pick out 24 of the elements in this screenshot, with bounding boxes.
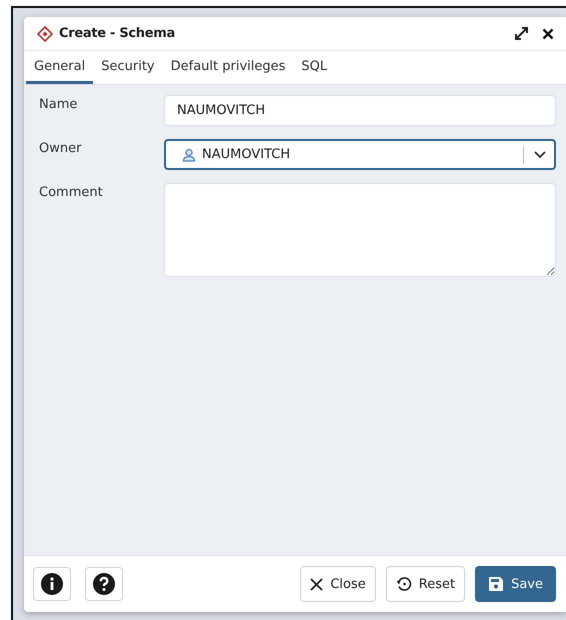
close-icon[interactable] (542, 28, 554, 40)
tab[interactable]: SQL (293, 51, 336, 84)
tab[interactable]: Default privileges (162, 51, 294, 84)
field-label: Owner (39, 140, 82, 156)
info-icon (41, 573, 63, 595)
info-button[interactable] (33, 567, 71, 601)
owner-select[interactable]: NAUMOVITCH (164, 139, 556, 170)
field-label: Comment (39, 184, 104, 200)
diamond-icon (37, 26, 53, 42)
help-button[interactable] (85, 567, 123, 601)
owner-value: NAUMOVITCH (202, 147, 290, 162)
tab[interactable]: Security (93, 51, 163, 84)
reset-icon (396, 576, 412, 592)
reset-button[interactable]: Reset (386, 566, 466, 602)
field-label: Name (39, 96, 78, 112)
user-icon (182, 148, 196, 162)
window-title: Create - Schema (59, 26, 175, 41)
expand-icon[interactable] (515, 27, 528, 40)
chevron-down-icon[interactable] (534, 150, 546, 158)
help-icon (93, 573, 115, 595)
name-input-field[interactable]: NAUMOVITCH (164, 95, 556, 126)
close-button[interactable]: Close (300, 566, 376, 602)
save-button[interactable]: Save (475, 566, 556, 602)
x-icon (310, 578, 324, 590)
